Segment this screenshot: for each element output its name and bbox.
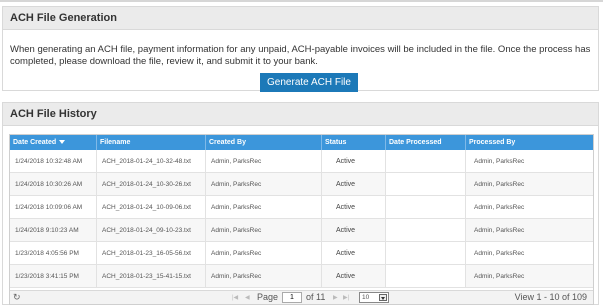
table-row[interactable]: 1/24/2018 10:32:48 AM ACH_2018-01-24_10-… <box>10 150 593 173</box>
cell-processed-by: Admin, ParksRec <box>474 227 525 234</box>
generate-ach-file-button[interactable]: Generate ACH File <box>260 73 358 92</box>
column-header-processed-by[interactable]: Processed By <box>466 135 593 150</box>
cell-status: Active <box>322 150 386 172</box>
column-header-label: Date Processed <box>389 139 442 146</box>
grid-header: Date Created Filename Created By Status … <box>10 135 593 150</box>
refresh-icon[interactable]: ↻ <box>13 292 21 303</box>
table-row[interactable]: 1/23/2018 4:05:56 PM ACH_2018-01-23_16-0… <box>10 242 593 265</box>
previous-page-icon[interactable]: ◀ <box>245 291 250 305</box>
ach-history-grid: Date Created Filename Created By Status … <box>9 134 594 305</box>
column-header-date-created[interactable]: Date Created <box>10 135 97 150</box>
history-panel-title: ACH File History <box>3 103 598 126</box>
records-view-label: View 1 - 10 of 109 <box>514 292 587 302</box>
column-header-label: Processed By <box>469 139 516 146</box>
cell-date-created: 1/24/2018 10:30:26 AM <box>10 173 97 195</box>
cell-status: Active <box>322 265 386 287</box>
cell-filename[interactable]: ACH_2018-01-24_09-10-23.txt <box>97 219 206 241</box>
sort-descending-icon <box>59 140 66 145</box>
cell-filename[interactable]: ACH_2018-01-23_16-05-56.txt <box>97 242 206 264</box>
cell-filename[interactable]: ACH_2018-01-23_15-41-15.txt <box>97 265 206 287</box>
first-page-icon[interactable]: |◀ <box>232 291 238 305</box>
cell-filename[interactable]: ACH_2018-01-24_10-30-26.txt <box>97 173 206 195</box>
cell-processed-by: Admin, ParksRec <box>474 273 525 280</box>
cell-status: Active <box>322 196 386 218</box>
cell-date-processed <box>386 265 466 287</box>
column-header-status[interactable]: Status <box>322 135 386 150</box>
table-row[interactable]: 1/23/2018 3:41:15 PM ACH_2018-01-23_15-4… <box>10 265 593 288</box>
chevron-down-icon <box>379 294 387 301</box>
column-header-created-by[interactable]: Created By <box>206 135 322 150</box>
cell-created-by: Admin, ParksRec <box>206 173 322 195</box>
cell-date-created: 1/24/2018 9:10:23 AM <box>10 219 97 241</box>
top-divider <box>0 0 603 2</box>
last-page-icon[interactable]: ▶| <box>343 291 349 305</box>
cell-processed-by: Admin, ParksRec <box>474 204 525 211</box>
page-label: Page <box>257 292 279 302</box>
cell-status: Active <box>322 219 386 241</box>
cell-status: Active <box>322 242 386 264</box>
cell-date-processed <box>386 242 466 264</box>
cell-date-processed <box>386 150 466 172</box>
cell-created-by: Admin, ParksRec <box>206 150 322 172</box>
column-header-label: Status <box>325 139 347 146</box>
cell-date-processed <box>386 219 466 241</box>
grid-body: 1/24/2018 10:32:48 AM ACH_2018-01-24_10-… <box>10 150 593 288</box>
page-size-select[interactable]: 10 <box>359 292 389 303</box>
column-header-filename[interactable]: Filename <box>97 135 206 150</box>
cell-date-processed <box>386 196 466 218</box>
table-row[interactable]: 1/24/2018 10:09:06 AM ACH_2018-01-24_10-… <box>10 196 593 219</box>
ach-history-panel: ACH File History Date Created Filename C… <box>2 102 599 305</box>
column-header-label: Filename <box>100 139 131 146</box>
cell-status: Active <box>322 173 386 195</box>
cell-created-by: Admin, ParksRec <box>206 265 322 287</box>
cell-processed-by: Admin, ParksRec <box>474 250 525 257</box>
table-row[interactable]: 1/24/2018 9:10:23 AM ACH_2018-01-24_09-1… <box>10 219 593 242</box>
cell-date-created: 1/23/2018 4:05:56 PM <box>10 242 97 264</box>
table-row[interactable]: 1/24/2018 10:30:26 AM ACH_2018-01-24_10-… <box>10 173 593 196</box>
column-header-label: Created By <box>209 139 246 146</box>
generation-panel-title: ACH File Generation <box>3 7 598 30</box>
cell-created-by: Admin, ParksRec <box>206 242 322 264</box>
next-page-icon[interactable]: ▶ <box>333 291 338 305</box>
cell-processed-by: Admin, ParksRec <box>474 181 525 188</box>
cell-processed-by: Admin, ParksRec <box>474 158 525 165</box>
cell-filename[interactable]: ACH_2018-01-24_10-09-06.txt <box>97 196 206 218</box>
column-header-date-processed[interactable]: Date Processed <box>386 135 466 150</box>
cell-created-by: Admin, ParksRec <box>206 196 322 218</box>
cell-date-created: 1/24/2018 10:32:48 AM <box>10 150 97 172</box>
cell-created-by: Admin, ParksRec <box>206 219 322 241</box>
ach-generation-panel: ACH File Generation When generating an A… <box>2 6 599 92</box>
cell-date-created: 1/23/2018 3:41:15 PM <box>10 265 97 287</box>
cell-date-processed <box>386 173 466 195</box>
cell-filename[interactable]: ACH_2018-01-24_10-32-48.txt <box>97 150 206 172</box>
page-number-input[interactable] <box>282 292 302 303</box>
cell-date-created: 1/24/2018 10:09:06 AM <box>10 196 97 218</box>
grid-pager: ↻ |◀ ◀ Page of 11 ▶ ▶| 10 View 1 - 10 of… <box>10 290 593 304</box>
page-size-value: 10 <box>362 294 370 301</box>
column-header-label: Date Created <box>13 139 57 146</box>
page-count-label: of 11 <box>306 292 326 302</box>
generation-description: When generating an ACH file, payment inf… <box>10 44 591 67</box>
